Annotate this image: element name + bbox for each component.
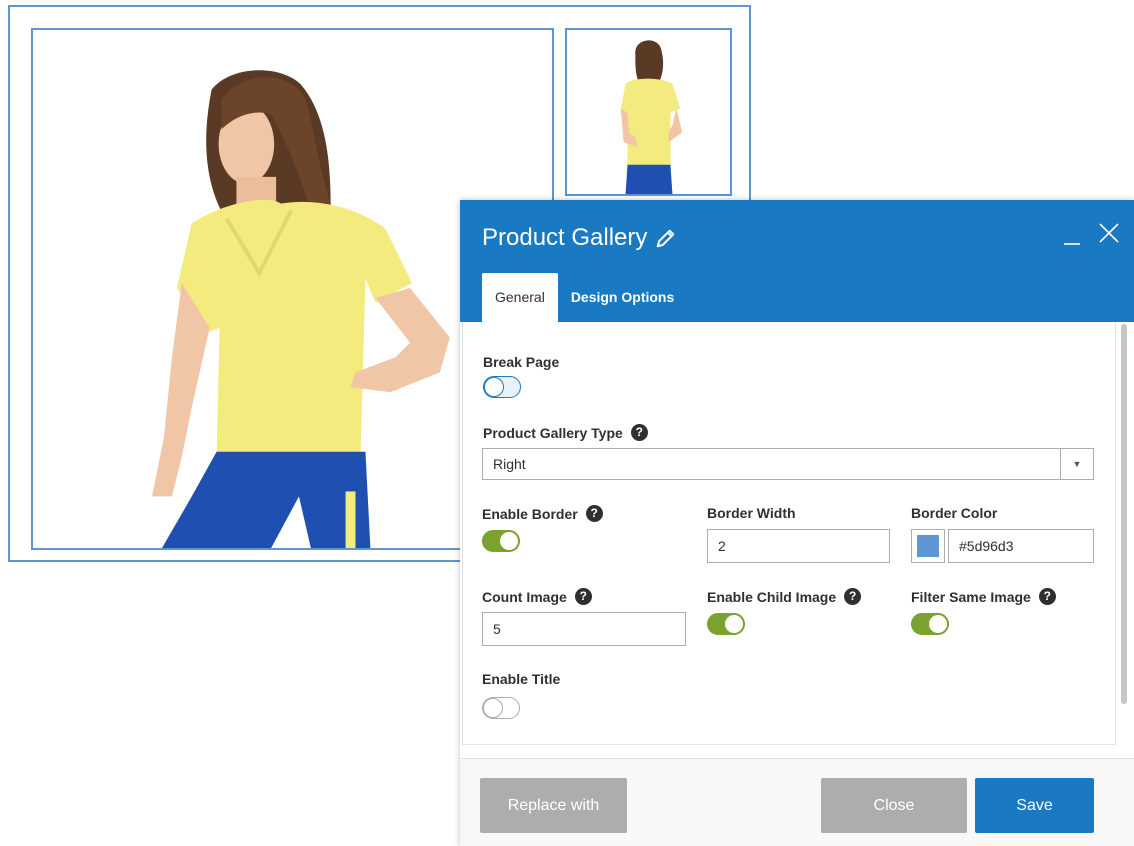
enable-child-image-label-text: Enable Child Image [707,588,837,605]
help-icon[interactable]: ? [1038,588,1056,605]
help-icon[interactable]: ? [844,588,862,605]
enable-border-label: Enable Border ? [482,505,603,522]
break-page-label: Break Page [483,354,559,370]
enable-title-toggle[interactable] [482,697,520,719]
break-page-label-text: Break Page [483,354,560,370]
toggle-knob [928,614,948,634]
enable-child-image-toggle[interactable] [707,613,745,635]
color-swatch-fill [917,535,939,557]
filter-same-image-label: Filter Same Image ? [911,588,1056,605]
replace-with-button[interactable]: Replace with [480,778,627,833]
count-image-label: Count Image ? [482,588,592,605]
enable-title-label-text: Enable Title [482,671,561,687]
border-color-label: Border Color [911,505,997,521]
modal-footer: Replace with Close Save [460,758,1134,846]
count-image-label-text: Count Image [482,588,567,605]
border-color-label-text: Border Color [911,505,998,521]
border-width-input[interactable] [707,529,890,563]
filter-same-image-toggle[interactable] [911,613,949,635]
tab-general[interactable]: General [482,273,558,322]
woman-back-view-illustration [567,30,730,194]
border-color-swatch[interactable] [911,529,945,563]
product-gallery-modal: Product Gallery General Design Options B… [460,200,1134,846]
scrollbar[interactable] [1120,322,1128,710]
modal-tabs: General Design Options [482,273,687,322]
border-width-label: Border Width [707,505,796,521]
modal-title-text: Product Gallery [482,224,648,251]
filter-same-image-label-text: Filter Same Image [911,588,1031,605]
chevron-down-icon: ▼ [1060,449,1093,479]
toggle-knob [484,377,504,397]
modal-title: Product Gallery [482,224,677,252]
gallery-type-label-text: Product Gallery Type [483,424,623,441]
border-color-input[interactable] [948,529,1094,563]
gallery-type-label: Product Gallery Type ? [483,424,648,441]
enable-child-image-label: Enable Child Image ? [707,588,862,605]
toggle-knob [724,614,744,634]
save-button[interactable]: Save [975,778,1094,833]
tab-design-options[interactable]: Design Options [558,273,687,322]
gallery-type-select[interactable]: Right ▼ [482,448,1094,480]
enable-border-toggle[interactable] [482,530,520,552]
scrollbar-thumb[interactable] [1121,324,1127,704]
count-image-input[interactable] [482,612,686,646]
help-icon[interactable]: ? [585,505,603,522]
toggle-knob [483,698,503,718]
toggle-knob [499,531,519,551]
pencil-icon[interactable] [655,227,677,249]
help-icon[interactable]: ? [630,424,648,441]
help-icon[interactable]: ? [574,588,592,605]
break-page-toggle[interactable] [483,376,521,398]
enable-title-label: Enable Title [482,671,560,687]
close-button[interactable]: Close [821,778,967,833]
border-width-label-text: Border Width [707,505,796,521]
modal-body: Break Page Product Gallery Type ? Right … [460,322,1134,758]
minimize-icon[interactable] [1062,220,1084,246]
gallery-type-selected-value: Right [493,456,526,472]
thumbnail-image[interactable] [565,28,732,196]
enable-border-label-text: Enable Border [482,505,578,522]
header-actions [1062,220,1120,246]
close-icon[interactable] [1098,220,1120,246]
modal-header: Product Gallery General Design Options [460,200,1134,322]
